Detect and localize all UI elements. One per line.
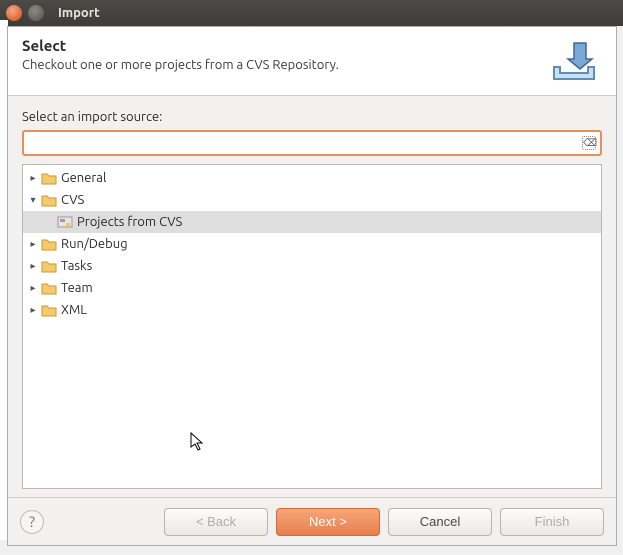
window-title: Import xyxy=(58,6,100,20)
tree-item-projects-from-cvs[interactable]: Projects from CVS xyxy=(23,211,601,233)
window-titlebar: Import xyxy=(0,0,623,26)
dialog-header: Select Checkout one or more projects fro… xyxy=(8,27,616,96)
tree-item-label: Run/Debug xyxy=(61,237,128,251)
import-source-tree[interactable]: ▸ General ▾ CVS Projects from CVS ▸ xyxy=(22,164,602,489)
folder-icon xyxy=(41,303,57,317)
tree-item-team[interactable]: ▸ Team xyxy=(23,277,601,299)
folder-icon xyxy=(41,281,57,295)
tree-item-xml[interactable]: ▸ XML xyxy=(23,299,601,321)
page-subtitle: Checkout one or more projects from a CVS… xyxy=(22,58,546,72)
tree-item-tasks[interactable]: ▸ Tasks xyxy=(23,255,601,277)
folder-icon xyxy=(41,171,57,185)
chevron-right-icon[interactable]: ▸ xyxy=(27,260,39,272)
import-banner-icon xyxy=(546,37,602,85)
tree-item-label: CVS xyxy=(61,193,84,207)
minimize-window-icon[interactable] xyxy=(28,5,44,21)
close-window-icon[interactable] xyxy=(6,5,22,21)
chevron-down-icon[interactable]: ▾ xyxy=(27,194,39,206)
filter-input[interactable] xyxy=(22,130,602,156)
tree-item-label: Team xyxy=(61,281,93,295)
finish-button: Finish xyxy=(500,508,604,536)
tree-item-run-debug[interactable]: ▸ Run/Debug xyxy=(23,233,601,255)
cancel-button[interactable]: Cancel xyxy=(388,508,492,536)
chevron-right-icon[interactable]: ▸ xyxy=(27,238,39,250)
chevron-right-icon[interactable]: ▸ xyxy=(27,172,39,184)
tree-item-cvs[interactable]: ▾ CVS xyxy=(23,189,601,211)
folder-icon xyxy=(41,259,57,273)
folder-icon xyxy=(41,193,57,207)
tree-item-label: General xyxy=(61,171,106,185)
import-dialog: Select Checkout one or more projects fro… xyxy=(7,26,617,546)
dialog-footer: ? < Back Next > Cancel Finish xyxy=(8,497,616,545)
tree-leaf-spacer xyxy=(43,216,55,228)
tree-item-label: Projects from CVS xyxy=(77,215,182,229)
chevron-right-icon[interactable]: ▸ xyxy=(27,304,39,316)
tree-item-general[interactable]: ▸ General xyxy=(23,167,601,189)
page-title: Select xyxy=(22,37,546,54)
cvs-wizard-icon xyxy=(57,215,73,229)
next-button[interactable]: Next > xyxy=(276,508,380,536)
help-button[interactable]: ? xyxy=(20,510,44,534)
filter-label: Select an import source: xyxy=(22,110,602,124)
folder-icon xyxy=(41,237,57,251)
chevron-right-icon[interactable]: ▸ xyxy=(27,282,39,294)
back-button: < Back xyxy=(164,508,268,536)
dialog-body: Select an import source: ⌫ ▸ General ▾ C… xyxy=(8,96,616,497)
clear-filter-icon[interactable]: ⌫ xyxy=(582,136,596,150)
tree-item-label: Tasks xyxy=(61,259,92,273)
tree-item-label: XML xyxy=(61,303,87,317)
